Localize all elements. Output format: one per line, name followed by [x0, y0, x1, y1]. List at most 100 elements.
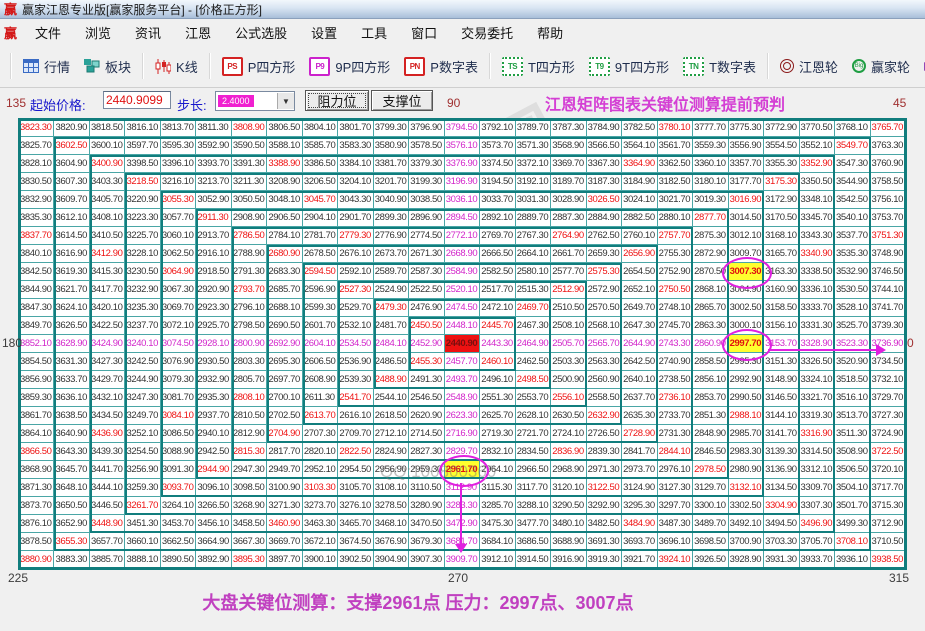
grid-cell: 3009.70: [728, 245, 765, 263]
grid-cell: 2541.70: [338, 389, 374, 407]
grid-cell: 3319.30: [799, 407, 836, 425]
grid-cell: 3739.30: [870, 317, 906, 335]
grid-cell: 3763.30: [870, 137, 906, 155]
toolbar-item-p-number-table[interactable]: PN P数字表: [397, 50, 485, 82]
grid-cell: 3280.90: [409, 497, 445, 515]
grid-cell: 3436.90: [89, 425, 126, 443]
grid-cell: 3609.70: [54, 191, 90, 209]
grid-cell: 2481.70: [373, 317, 410, 335]
grid-cell: 3667.30: [231, 533, 268, 551]
grid-cell: 3540.10: [835, 209, 871, 227]
toolbar-item-winner-wheel[interactable]: Big 赢家轮: [845, 50, 917, 82]
grid-cell: 2702.50: [267, 407, 303, 425]
menu-item-tools[interactable]: 工具: [349, 20, 399, 45]
grid-cell: 3758.50: [870, 173, 906, 191]
menu-item-news[interactable]: 资讯: [123, 20, 173, 45]
toolbar-item-kline[interactable]: K线: [148, 50, 205, 82]
grid-cell: 2719.30: [480, 425, 516, 443]
grid-cell: 3036.10: [444, 191, 481, 209]
grid-cell: 3919.30: [586, 551, 623, 569]
grid-cell: 3696.10: [657, 533, 694, 551]
grid-cell: 2985.70: [728, 425, 765, 443]
grid-key-cell: 3007.30: [728, 263, 765, 281]
grid-cell: 3465.70: [338, 515, 374, 533]
grid-cell: 2906.50: [267, 209, 303, 227]
grid-cell: 3031.30: [515, 191, 552, 209]
grid-cell: 3232.90: [125, 281, 161, 299]
grid-cell: 3770.50: [799, 119, 836, 137]
grid-cell: 3458.50: [231, 515, 268, 533]
grid-cell: 3364.90: [622, 155, 658, 173]
grid-cell: 3892.90: [196, 551, 232, 569]
menu-item-browse[interactable]: 浏览: [73, 20, 123, 45]
grid-cell: 3216.10: [160, 173, 197, 191]
grid-cell: 2757.70: [657, 227, 694, 245]
grid-cell: 3136.90: [764, 461, 800, 479]
toolbar-item-sectors[interactable]: 板块: [77, 50, 138, 82]
grid-cell: 2577.70: [551, 263, 587, 281]
toolbar-item-p-square[interactable]: PS P四方形: [215, 50, 303, 82]
grid-cell: 3864.10: [19, 425, 55, 443]
chevron-down-icon[interactable]: ▼: [277, 93, 294, 109]
grid-cell: 3427.30: [89, 353, 126, 371]
menu-item-settings[interactable]: 设置: [299, 20, 349, 45]
grid-cell: 2940.10: [196, 425, 232, 443]
gann-square-grid: 3823.30 3820.90 3818.50 3816.10 3813.70 3811.…: [18, 118, 907, 570]
menu-item-help[interactable]: 帮助: [525, 20, 575, 45]
grid-cell: 2551.30: [480, 389, 516, 407]
grid-cell: 2786.50: [231, 227, 268, 245]
menu-item-window[interactable]: 窗口: [399, 20, 449, 45]
grid-cell: 3388.90: [267, 155, 303, 173]
toolbar-item-label: 江恩轮: [799, 59, 839, 75]
grid-cell: 3124.90: [622, 479, 658, 497]
support-button[interactable]: 支撑位: [371, 90, 433, 111]
grid-cell: 3067.30: [160, 281, 197, 299]
grid-cell: 3151.30: [764, 353, 800, 371]
grid-cell: 2966.50: [515, 461, 552, 479]
menu-bar: 赢 文件 浏览 资讯 江恩 公式选股 设置 工具 窗口 交易委托 帮助: [0, 20, 925, 46]
grid-cell: 2527.30: [338, 281, 374, 299]
toolbar-item-t-square[interactable]: TS T四方形: [495, 50, 582, 82]
grid-cell: 3688.90: [551, 533, 587, 551]
start-price-input[interactable]: [103, 91, 171, 109]
toolbar-item-t-number-table[interactable]: TN T数字表: [676, 50, 763, 82]
resistance-button[interactable]: 阻力位: [305, 90, 369, 111]
step-combobox[interactable]: 2.4000 ▼: [215, 91, 295, 111]
grid-cell: 3636.10: [54, 389, 90, 407]
grid-cell: 3664.90: [196, 533, 232, 551]
grid-cell: 3172.90: [764, 191, 800, 209]
grid-cell: 3700.90: [728, 533, 765, 551]
grid-cell: 3796.90: [409, 119, 445, 137]
grid-cell: 3602.50: [54, 137, 90, 155]
grid-cell: 3520.90: [835, 353, 871, 371]
grid-cell: 3544.90: [835, 173, 871, 191]
grid-cell: 3631.30: [54, 353, 90, 371]
toolbar-item-hexagon[interactable]: 六角形: [917, 50, 925, 82]
grid-cell: 2949.70: [267, 461, 303, 479]
toolbar-item-9t-square[interactable]: T9 9T四方形: [582, 50, 676, 82]
menu-item-trade[interactable]: 交易委托: [449, 20, 525, 45]
grid-cell: 2820.10: [302, 443, 339, 461]
grid-cell: 2856.10: [693, 371, 729, 389]
menu-item-file[interactable]: 文件: [23, 20, 73, 45]
grid-cell: 2834.50: [515, 443, 552, 461]
grid-cell: 3372.10: [515, 155, 552, 173]
grid-cell: 3547.30: [835, 155, 871, 173]
grid-cell: 2536.90: [338, 353, 374, 371]
grid-cell: 3600.10: [89, 137, 126, 155]
toolbar-item-gann-wheel[interactable]: 江恩轮: [773, 50, 845, 82]
toolbar-item-quotes[interactable]: 行情: [16, 50, 77, 82]
grid-cell: 2870.50: [693, 263, 729, 281]
toolbar-item-9p-square[interactable]: P9 9P四方形: [302, 50, 397, 82]
grid-cell: 3300.10: [693, 497, 729, 515]
grid-cell: 3787.30: [551, 119, 587, 137]
grid-cell: 3177.70: [728, 173, 765, 191]
menu-item-formula-stock-pick[interactable]: 公式选股: [223, 20, 299, 45]
grid-cell: 3715.30: [870, 497, 906, 515]
toolbar-item-label: P四方形: [247, 59, 296, 75]
grid-cell: 2827.30: [409, 443, 445, 461]
grid-cell: 3108.10: [373, 479, 410, 497]
menu-item-gann[interactable]: 江恩: [173, 20, 223, 45]
grid-cell: 3429.70: [89, 371, 126, 389]
grid-cell: 3410.50: [89, 227, 126, 245]
